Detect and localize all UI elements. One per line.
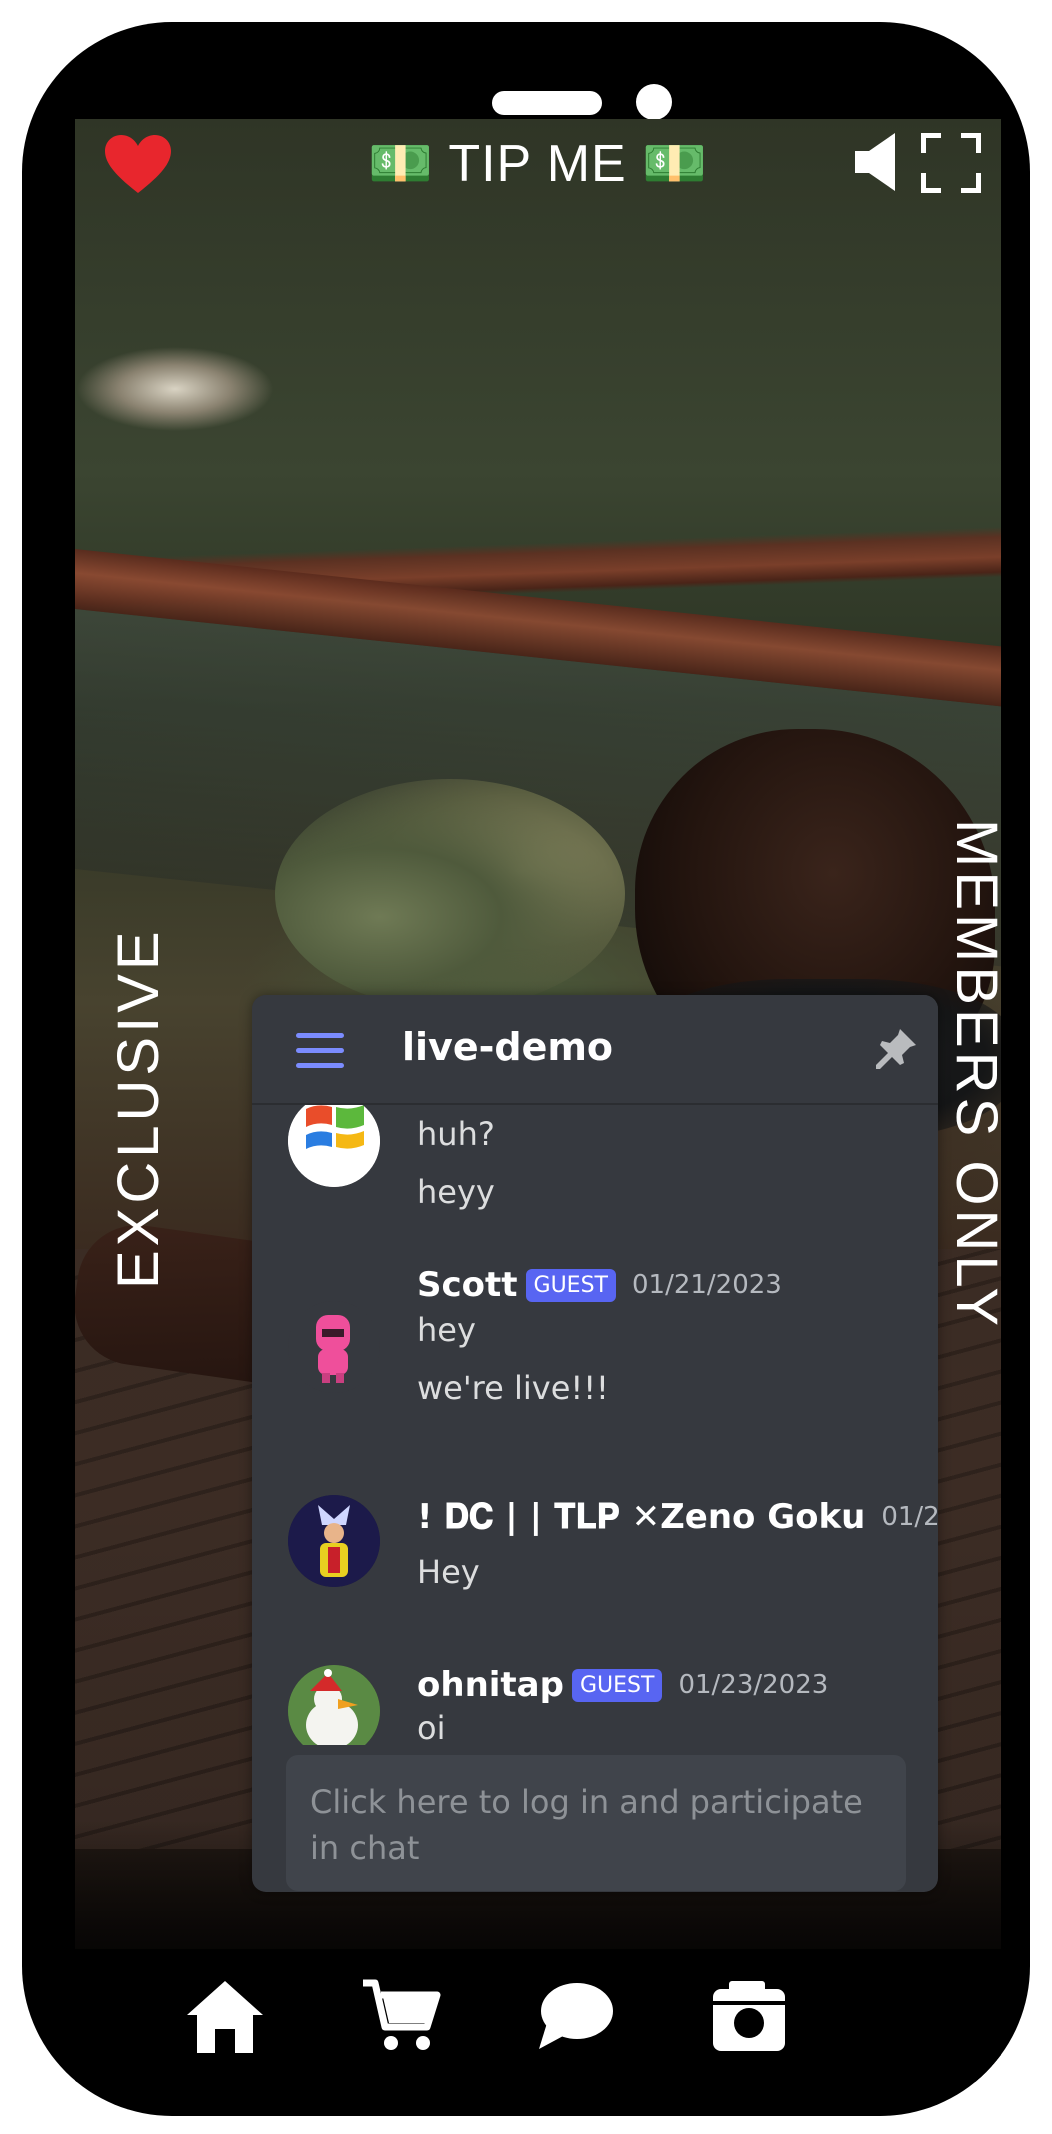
cart-icon[interactable] xyxy=(361,1979,441,2055)
phone-frame: 💵 TIP ME 💵 EXCLUSIVE MEMBERS ONLY live-d… xyxy=(22,22,1030,2116)
login-prompt-text[interactable]: Click here to log in and participate in … xyxy=(310,1779,890,1871)
members-only-label: MEMBERS ONLY xyxy=(944,819,1001,1331)
message-text: oi xyxy=(417,1709,446,1745)
message-header: ! 𝐃𝐂 | | 𝐓𝐋𝐏 ✕Zeno Goku 01/21/2023 xyxy=(417,1497,938,1537)
timestamp: 01/23/2023 xyxy=(678,1670,829,1700)
pin-icon[interactable] xyxy=(874,1027,918,1071)
message-text: heyy xyxy=(417,1173,495,1211)
camera-icon[interactable] xyxy=(709,1979,789,2055)
speaker-icon[interactable] xyxy=(855,133,905,191)
timestamp: 01/21/2023 xyxy=(881,1502,938,1532)
home-icon[interactable] xyxy=(185,1979,265,2055)
windows-avatar[interactable] xyxy=(288,1105,380,1187)
hamburger-menu-icon[interactable] xyxy=(296,1033,344,1069)
message-list[interactable]: huh? heyy Scott GUEST 01/21/2023 hey we'… xyxy=(252,1105,938,1745)
message-header: Scott GUEST 01/21/2023 xyxy=(417,1265,782,1305)
chat-panel: live-demo huh? heyy Scott GUEST 01/21/20… xyxy=(252,995,938,1892)
speaker-grille xyxy=(492,91,602,115)
message-text: huh? xyxy=(417,1115,495,1153)
guest-badge: GUEST xyxy=(571,1668,663,1702)
exclusive-label: EXCLUSIVE xyxy=(106,927,171,1289)
timestamp: 01/21/2023 xyxy=(631,1270,782,1300)
message-text: Hey xyxy=(417,1553,480,1591)
login-prompt-box[interactable]: Click here to log in and participate in … xyxy=(286,1755,906,1891)
channel-name: live-demo xyxy=(402,1025,614,1069)
video-stream[interactable]: 💵 TIP ME 💵 EXCLUSIVE MEMBERS ONLY live-d… xyxy=(75,119,1001,2082)
chat-header: live-demo xyxy=(252,995,938,1105)
message-text: we're live!!! xyxy=(417,1369,609,1407)
username[interactable]: ohnitap xyxy=(417,1665,564,1705)
front-camera xyxy=(636,84,672,120)
username[interactable]: ! 𝐃𝐂 | | 𝐓𝐋𝐏 ✕Zeno Goku xyxy=(417,1497,865,1537)
bottom-nav xyxy=(75,1949,1001,2082)
username[interactable]: Scott xyxy=(417,1265,518,1305)
guest-badge: GUEST xyxy=(525,1268,616,1302)
message-text: hey xyxy=(417,1311,476,1349)
ohnitap-avatar[interactable] xyxy=(288,1665,380,1745)
background-plants xyxy=(275,779,625,1009)
top-bar: 💵 TIP ME 💵 xyxy=(75,119,1001,209)
chat-icon[interactable] xyxy=(535,1979,615,2055)
message-header: ohnitap GUEST 01/23/2023 xyxy=(417,1665,828,1705)
scott-avatar[interactable] xyxy=(288,1301,380,1393)
zeno-goku-avatar[interactable] xyxy=(288,1495,380,1587)
fullscreen-icon[interactable] xyxy=(921,133,981,193)
